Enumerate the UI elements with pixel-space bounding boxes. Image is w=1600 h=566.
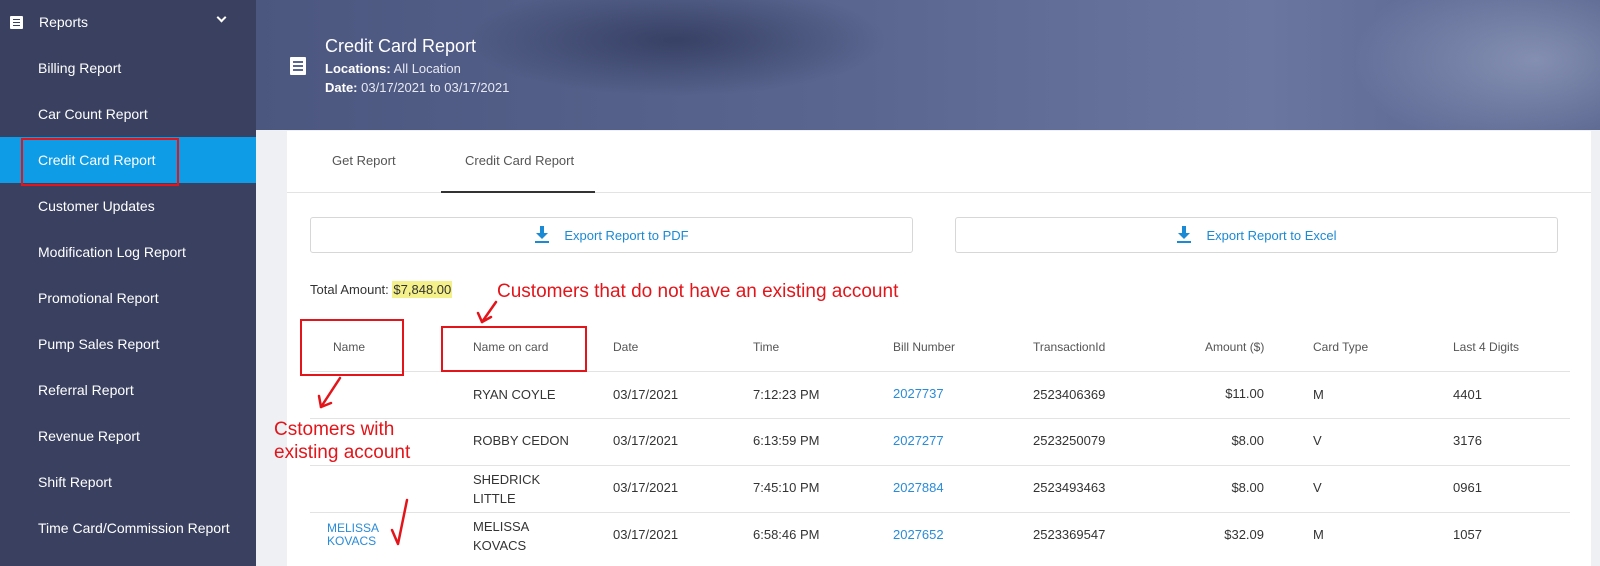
annotation-arrows xyxy=(317,300,498,546)
checkmark-icon xyxy=(390,498,409,546)
